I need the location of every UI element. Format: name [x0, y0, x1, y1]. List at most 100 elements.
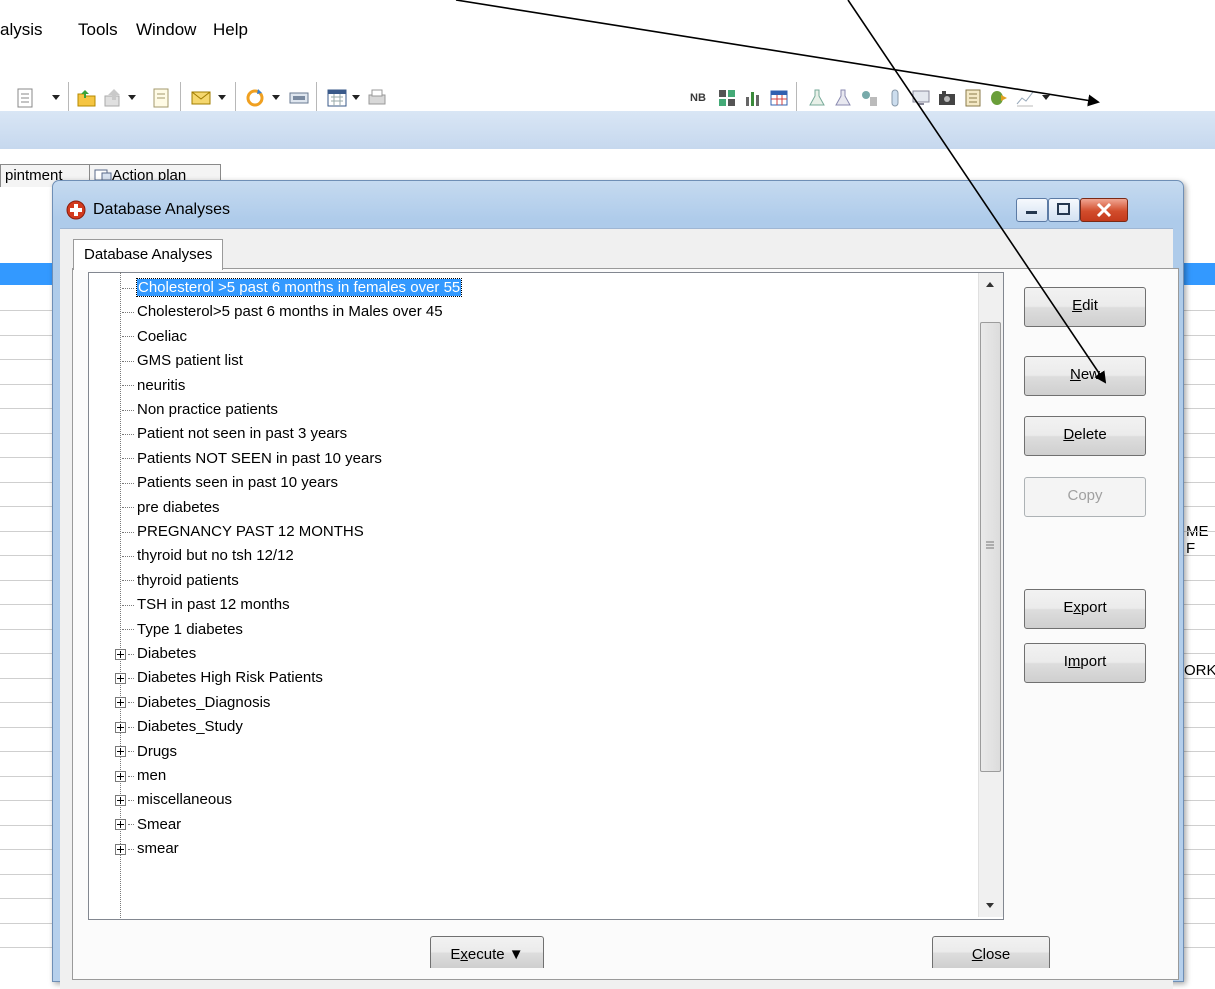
chevron-down-icon[interactable] — [272, 95, 280, 100]
tree-connector — [128, 848, 134, 850]
nb-label[interactable]: NB — [690, 92, 706, 104]
tree-folder-label: Diabetes_Diagnosis — [137, 693, 271, 711]
lab-tube-icon[interactable] — [884, 87, 906, 109]
execute-button[interactable]: Execute ▼ — [430, 936, 544, 968]
tree-item[interactable]: PREGNANCY PAST 12 MONTHS — [122, 520, 364, 544]
expand-icon[interactable] — [115, 843, 126, 855]
calendar-icon[interactable] — [326, 87, 348, 109]
document-icon[interactable] — [14, 87, 36, 109]
tree-item[interactable]: pre diabetes — [122, 496, 220, 520]
close-window-button[interactable] — [1080, 198, 1128, 222]
background-text-fragment: ME F — [1186, 523, 1209, 557]
menu-window[interactable]: Window — [136, 20, 196, 40]
new-button[interactable]: New — [1024, 356, 1146, 396]
chevron-down-icon[interactable] — [52, 95, 60, 100]
tree-item-label: PREGNANCY PAST 12 MONTHS — [137, 523, 364, 540]
tree-folder[interactable]: miscellaneous — [115, 788, 232, 812]
refresh-icon[interactable] — [244, 87, 266, 109]
edit-button[interactable]: Edit — [1024, 287, 1146, 327]
expand-icon[interactable] — [115, 770, 126, 782]
import-button[interactable]: Import — [1024, 643, 1146, 683]
copy-button[interactable]: Copy — [1024, 477, 1146, 517]
expand-icon[interactable] — [115, 794, 126, 806]
tree-folder[interactable]: Drugs — [115, 740, 177, 764]
tree-connector — [122, 629, 134, 631]
tree-connector — [122, 555, 134, 557]
printer-icon[interactable] — [366, 87, 388, 109]
maximize-button[interactable] — [1048, 198, 1080, 222]
chevron-down-icon[interactable] — [218, 95, 226, 100]
expand-icon[interactable] — [115, 746, 126, 758]
close-button[interactable]: Close — [932, 936, 1050, 968]
tree-folder[interactable]: men — [115, 764, 166, 788]
list-icon[interactable] — [150, 87, 172, 109]
menu-analysis[interactable]: alysis — [0, 20, 43, 40]
tree-item[interactable]: Type 1 diabetes — [122, 618, 243, 642]
tree-connector — [122, 409, 134, 411]
tree-item[interactable]: TSH in past 12 months — [122, 593, 290, 617]
toolbar-separator — [235, 82, 236, 114]
tree-folder[interactable]: Diabetes_Study — [115, 715, 243, 739]
tree-item-label: Cholesterol>5 past 6 months in Males ove… — [137, 303, 443, 321]
tree-item[interactable]: neuritis — [122, 374, 185, 398]
tree-connector — [128, 824, 134, 826]
tree-item[interactable]: GMS patient list — [122, 349, 243, 373]
tree-folder[interactable]: Diabetes High Risk Patients — [115, 666, 323, 690]
bar-chart-icon[interactable] — [742, 87, 764, 109]
tree-connector — [122, 604, 134, 606]
export-icon[interactable] — [102, 87, 124, 109]
tree-folder-label: Diabetes High Risk Patients — [137, 669, 323, 687]
user-chart-icon[interactable] — [858, 87, 880, 109]
email-icon[interactable] — [190, 87, 212, 109]
scroll-up-arrow-icon[interactable] — [978, 273, 1002, 295]
medical-cross-icon — [66, 200, 86, 220]
tree-folder[interactable]: Smear — [115, 813, 181, 837]
menu-help[interactable]: Help — [213, 20, 248, 40]
tree-item[interactable]: Cholesterol>5 past 6 months in Males ove… — [122, 300, 443, 324]
line-chart-icon[interactable] — [1014, 87, 1036, 109]
tree-item[interactable]: Patients NOT SEEN in past 10 years — [122, 447, 382, 471]
monitor-icon[interactable] — [910, 87, 932, 109]
tree-item[interactable]: thyroid but no tsh 12/12 — [122, 544, 294, 568]
tree-item[interactable]: thyroid patients — [122, 569, 239, 593]
camera-icon[interactable] — [936, 87, 958, 109]
tree-connector — [122, 531, 134, 533]
tree-connector — [128, 702, 134, 704]
chevron-down-icon[interactable] — [352, 95, 360, 100]
folder-open-icon[interactable] — [76, 87, 98, 109]
delete-button[interactable]: Delete — [1024, 416, 1146, 456]
flask-icon[interactable] — [806, 87, 828, 109]
tree-folder[interactable]: smear — [115, 837, 179, 861]
table-icon[interactable] — [768, 87, 790, 109]
window-icon[interactable] — [288, 87, 310, 109]
expand-icon[interactable] — [115, 697, 126, 709]
flask-list-icon[interactable] — [832, 87, 854, 109]
expand-icon[interactable] — [115, 672, 126, 684]
tree-folder[interactable]: Diabetes_Diagnosis — [115, 691, 270, 715]
minimize-button[interactable] — [1016, 198, 1048, 222]
tree-item[interactable]: Patients seen in past 10 years — [122, 471, 338, 495]
tree-connector — [128, 726, 134, 728]
tab-database-analyses[interactable]: Database Analyses — [73, 239, 224, 270]
expand-icon[interactable] — [115, 819, 126, 831]
tree-connector — [122, 507, 134, 509]
expand-icon[interactable] — [115, 721, 126, 733]
tree-item[interactable]: Cholesterol >5 past 6 months in females … — [122, 276, 463, 300]
export-button[interactable]: Export — [1024, 589, 1146, 629]
menu-bar: alysis Tools Window Help — [0, 0, 1215, 48]
database-icon[interactable] — [962, 87, 984, 109]
chevron-down-icon[interactable] — [128, 95, 136, 100]
menu-tools[interactable]: Tools — [78, 20, 118, 40]
tree-item[interactable]: Coeliac — [122, 325, 187, 349]
tree-item-label: Type 1 diabetes — [137, 620, 243, 638]
tree-folder[interactable]: Diabetes — [115, 642, 196, 666]
expand-icon[interactable] — [115, 648, 126, 660]
scroll-down-arrow-icon[interactable] — [978, 895, 1002, 917]
tree-item[interactable]: Patient not seen in past 3 years — [122, 422, 347, 446]
background-text-fragment: ORK — [1184, 662, 1215, 679]
tree-item[interactable]: Non practice patients — [122, 398, 278, 422]
chevron-down-icon[interactable] — [1042, 95, 1050, 100]
analysis-icon[interactable] — [988, 87, 1010, 109]
grid-icon[interactable] — [716, 87, 738, 109]
tree-connector — [128, 653, 134, 655]
